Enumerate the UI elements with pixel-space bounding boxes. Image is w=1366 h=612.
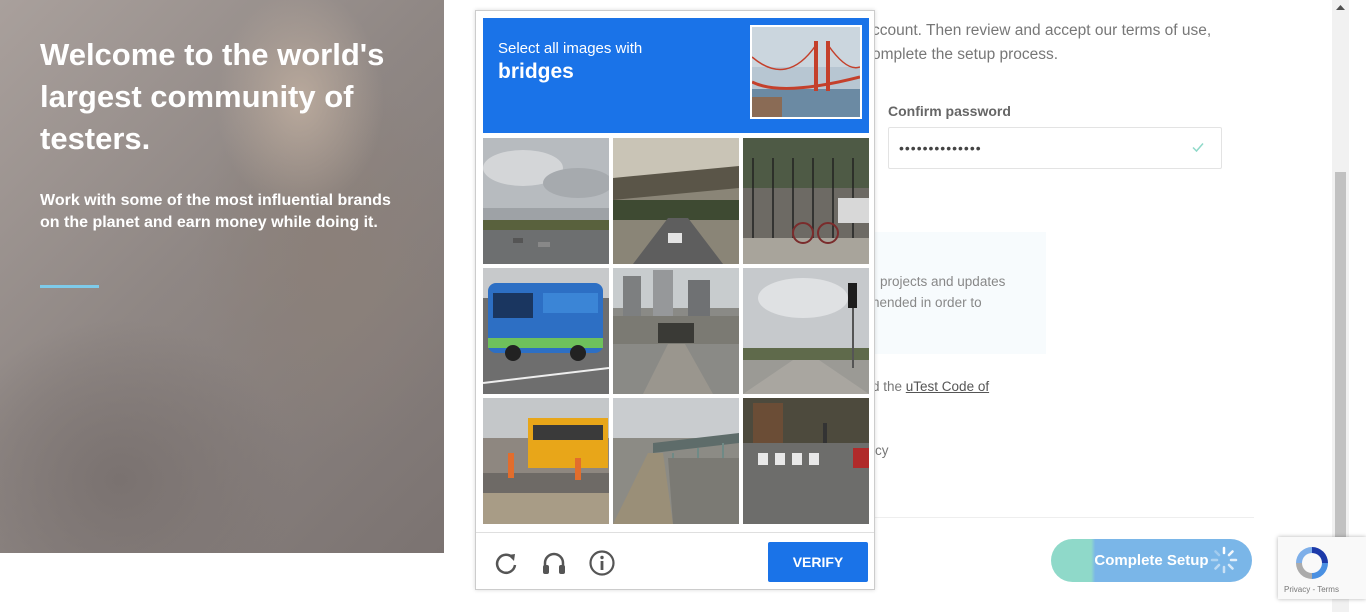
- form-intro-line-1: ccount. Then review and accept our terms…: [872, 22, 1212, 39]
- complete-setup-label: Complete Setup: [1094, 552, 1209, 569]
- cloudy-highway-image: [483, 138, 609, 264]
- info-line-2: hended in order to: [872, 295, 982, 310]
- captcha-footer-divider: [476, 532, 874, 533]
- captcha-sample-image: [750, 25, 862, 119]
- captcha-tile[interactable]: [743, 268, 869, 394]
- captcha-target: bridges: [498, 60, 574, 83]
- captcha-tile[interactable]: [483, 268, 609, 394]
- highway-bridge-image: [613, 398, 739, 524]
- captcha-tile[interactable]: [613, 398, 739, 524]
- city-bus-image: [483, 268, 609, 394]
- overpass-road-image: [613, 138, 739, 264]
- golden-gate-bridge-image: [752, 27, 860, 117]
- captcha-header: Select all images with bridges: [483, 18, 869, 133]
- captcha-tile[interactable]: [743, 398, 869, 524]
- info-icon[interactable]: [588, 549, 616, 577]
- agree-text: d the uTest Code of: [872, 379, 989, 394]
- downtown-overpass-image: [613, 268, 739, 394]
- hero-panel: Welcome to the world's largest community…: [0, 0, 444, 553]
- info-line-1: projects and updates: [880, 274, 1006, 289]
- confirm-password-label: Confirm password: [888, 103, 1011, 119]
- sidewalk-bicycle-image: [743, 138, 869, 264]
- captcha-tile[interactable]: [743, 138, 869, 264]
- captcha-image-grid: [483, 138, 869, 524]
- captcha-tile[interactable]: [613, 268, 739, 394]
- code-of-conduct-link[interactable]: uTest Code of: [906, 379, 989, 394]
- captcha-tile[interactable]: [483, 398, 609, 524]
- hero-subtitle: Work with some of the most influential b…: [40, 192, 391, 231]
- recaptcha-privacy-terms[interactable]: Privacy - Terms: [1284, 585, 1339, 594]
- agree-prefix: d the: [872, 379, 906, 394]
- school-bus-image: [483, 398, 609, 524]
- verify-button[interactable]: VERIFY: [768, 542, 868, 582]
- traffic-light-road-image: [743, 268, 869, 394]
- headphones-icon[interactable]: [540, 549, 568, 577]
- crosswalk-street-image: [743, 398, 869, 524]
- recaptcha-logo-icon: [1296, 547, 1328, 579]
- captcha-tile[interactable]: [483, 138, 609, 264]
- complete-setup-button[interactable]: Complete Setup: [1051, 539, 1252, 582]
- check-icon: [1192, 143, 1204, 153]
- scroll-up-arrow-icon[interactable]: [1335, 3, 1346, 13]
- hero-title: Welcome to the world's largest community…: [40, 37, 385, 156]
- captcha-instruction: Select all images with: [498, 40, 643, 57]
- reload-icon[interactable]: [492, 549, 520, 577]
- info-box: [870, 232, 1046, 354]
- hero-accent-line: [40, 285, 99, 288]
- form-divider: [872, 517, 1254, 518]
- captcha-tile[interactable]: [613, 138, 739, 264]
- confirm-password-value: ••••••••••••••: [899, 140, 982, 156]
- recaptcha-badge[interactable]: Privacy - Terms: [1278, 537, 1366, 599]
- scrollbar-thumb[interactable]: [1335, 172, 1346, 542]
- confirm-password-field[interactable]: ••••••••••••••: [888, 127, 1222, 169]
- captcha-dialog: Select all images with bridges VERIFY: [475, 10, 875, 590]
- form-intro-line-2: omplete the setup process.: [872, 46, 1059, 63]
- loading-spinner-icon: [1210, 546, 1238, 574]
